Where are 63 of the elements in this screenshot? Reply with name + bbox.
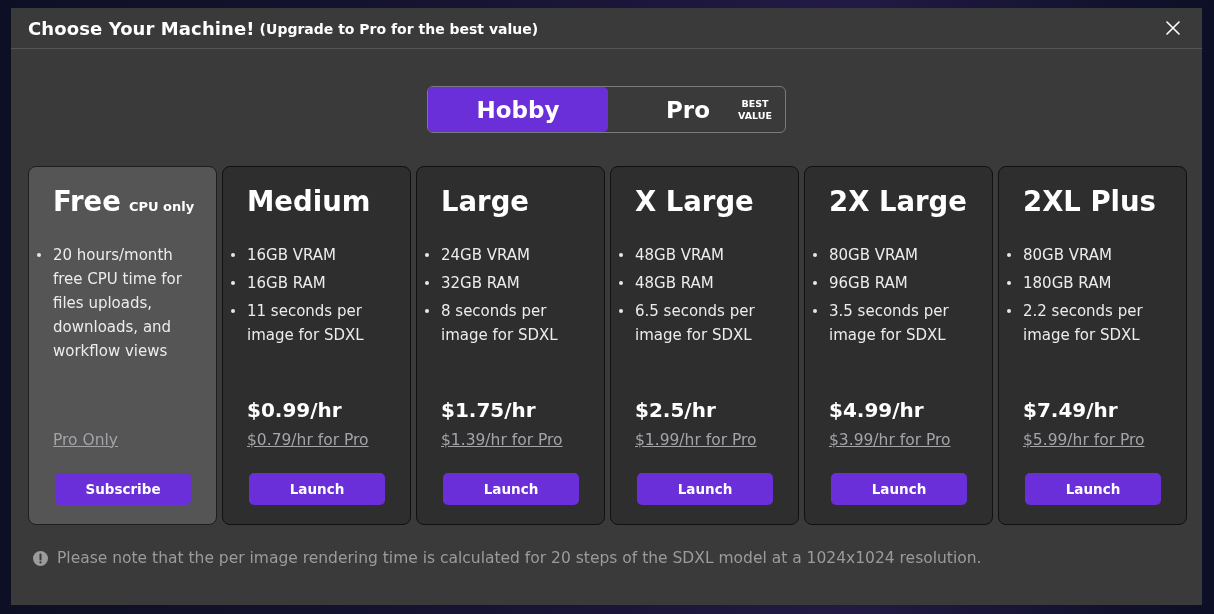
dialog-subtitle: (Upgrade to Pro for the best value) bbox=[259, 21, 539, 37]
feature-text: 96GB RAM bbox=[829, 273, 908, 294]
machine-name: 2XL Plus bbox=[1023, 184, 1156, 218]
bullet-icon bbox=[425, 253, 429, 257]
note-text: Please note that the per image rendering time is calculated for 20 steps of the SDXL model at a 1024x1024 resolution. bbox=[57, 549, 982, 567]
bullet-icon bbox=[813, 309, 817, 313]
bullet-icon bbox=[619, 309, 623, 313]
bullet-icon bbox=[1007, 281, 1011, 285]
feature-text: 24GB VRAM bbox=[441, 245, 531, 266]
feature-text: 48GB VRAM bbox=[635, 245, 725, 266]
launch-button[interactable]: Launch bbox=[443, 473, 579, 505]
launch-button[interactable]: Launch bbox=[1025, 473, 1161, 505]
subscribe-button[interactable]: Subscribe bbox=[55, 473, 191, 505]
close-icon[interactable] bbox=[1166, 21, 1180, 35]
bullet-icon bbox=[619, 281, 623, 285]
feature-text: 6.5 seconds per image for SDXL bbox=[635, 301, 756, 346]
machine-name: Large bbox=[441, 184, 529, 218]
price-text: $1.75/hr bbox=[441, 398, 536, 422]
feature-text: 32GB RAM bbox=[441, 273, 520, 294]
plan-tab[interactable]: Pro BEST VALUE bbox=[608, 87, 785, 132]
feature-text: 11 seconds per image for SDXL bbox=[247, 301, 365, 346]
launch-button[interactable]: Launch bbox=[831, 473, 967, 505]
feature-text: 8 seconds per image for SDXL bbox=[441, 301, 559, 346]
machine-name: Free bbox=[53, 184, 121, 218]
feature-text: 48GB RAM bbox=[635, 273, 714, 294]
feature-text: 180GB RAM bbox=[1023, 273, 1112, 294]
feature-text: 80GB VRAM bbox=[1023, 245, 1113, 266]
price-text: $4.99/hr bbox=[829, 398, 924, 422]
pro-price-link[interactable]: $3.99/hr for Pro bbox=[829, 428, 951, 452]
feature-text: 16GB RAM bbox=[247, 273, 326, 294]
price-text: $0.99/hr bbox=[247, 398, 342, 422]
bullet-icon bbox=[231, 253, 235, 257]
launch-button[interactable]: Launch bbox=[249, 473, 385, 505]
price-text: $7.49/hr bbox=[1023, 398, 1118, 422]
launch-button[interactable]: Launch bbox=[637, 473, 773, 505]
feature-text: 3.5 seconds per image for SDXL bbox=[829, 301, 950, 346]
bullet-icon bbox=[813, 253, 817, 257]
feature-text: 80GB VRAM bbox=[829, 245, 919, 266]
bullet-icon bbox=[813, 281, 817, 285]
bullet-icon bbox=[37, 253, 41, 257]
machine-name: Medium bbox=[247, 184, 371, 218]
bullet-icon bbox=[425, 309, 429, 313]
plan-tab[interactable]: Hobby bbox=[428, 87, 608, 132]
pro-price-link[interactable]: $5.99/hr for Pro bbox=[1023, 428, 1145, 452]
bullet-icon bbox=[1007, 309, 1011, 313]
bullet-icon bbox=[1007, 253, 1011, 257]
feature-text: 16GB VRAM bbox=[247, 245, 337, 266]
feature-text: 20 hours/month free CPU time for files uploads, downloads, and workflow views bbox=[53, 245, 183, 362]
machine-name: 2X Large bbox=[829, 184, 967, 218]
pro-price-link[interactable]: $1.39/hr for Pro bbox=[441, 428, 563, 452]
price-text: $2.5/hr bbox=[635, 398, 716, 422]
machine-note: CPU only bbox=[128, 199, 195, 214]
machine-name: X Large bbox=[635, 184, 754, 218]
pro-price-link[interactable]: $1.99/hr for Pro bbox=[635, 428, 757, 452]
feature-text: 2.2 seconds per image for SDXL bbox=[1023, 301, 1144, 346]
dialog-title: Choose Your Machine! bbox=[28, 17, 255, 39]
bullet-icon bbox=[425, 281, 429, 285]
bullet-icon bbox=[619, 253, 623, 257]
info-icon bbox=[33, 550, 48, 566]
pro-price-link[interactable]: $0.79/hr for Pro bbox=[247, 428, 369, 452]
bullet-icon bbox=[231, 281, 235, 285]
bullet-icon bbox=[231, 309, 235, 313]
best-value-label: BEST VALUE bbox=[738, 98, 772, 121]
